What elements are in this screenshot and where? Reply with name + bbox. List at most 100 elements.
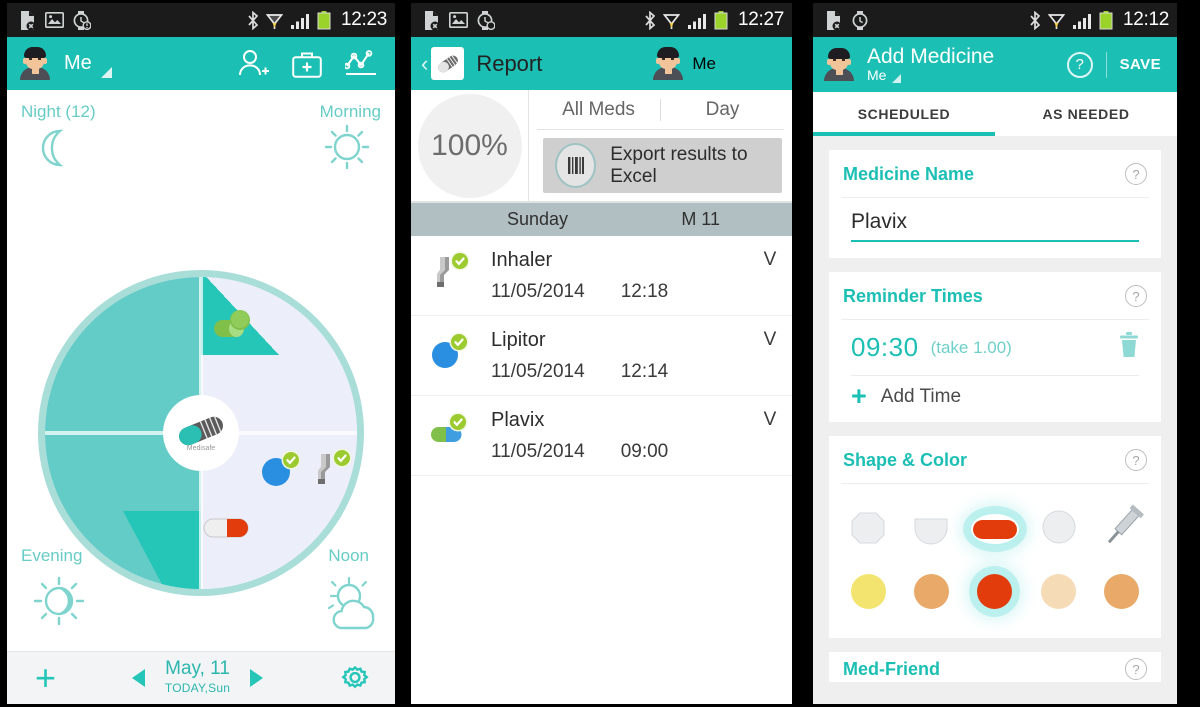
row-date: 11/05/2014 [491,281,585,302]
report-controls: All Meds Day Export results to Excel [529,90,792,201]
status-badge: V [763,329,777,350]
current-date[interactable]: May, 11 TODAY,Sun [165,659,230,697]
row-datetime: 11/05/2014 12:18 [491,281,748,303]
avatar[interactable] [652,47,684,80]
row-date: 11/05/2014 [491,441,585,462]
tab-as-needed[interactable]: AS NEEDED [995,92,1177,136]
shape-option-capsule-dome-white[interactable] [909,505,953,554]
avatar[interactable] [823,48,855,81]
gear-icon[interactable] [339,662,371,694]
status-icons-right: 12:27 [644,9,784,31]
wheel-hub-logo[interactable]: Medisafe [163,395,239,471]
add-time-label: Add Time [880,386,962,407]
panel-daily-wheel: 12:23 Me Night (12) Morning Evening Noon [7,3,395,704]
medicine-name: Lipitor [491,329,546,351]
profile-name[interactable]: Me [64,52,92,75]
medicine-name-title: Medicine Name [843,163,975,184]
row-time: 12:14 [620,361,669,382]
bluetooth-icon [248,10,259,30]
row-date: 11/05/2014 [491,361,585,382]
medicine-name-field[interactable]: Plavix [829,198,1161,258]
card-header: Med-Friend ? [829,652,1161,682]
bottom-toolbar: + May, 11 TODAY,Sun [7,651,395,704]
help-icon[interactable]: ? [1066,51,1093,78]
reminder-dose[interactable]: (take 1.00) [931,338,1012,358]
shape-option-syringe[interactable] [1100,503,1144,556]
row-text: Inhaler 11/05/2014 12:18 [491,249,748,303]
graph-icon[interactable] [345,49,379,78]
prev-day-button[interactable] [131,669,145,687]
table-row[interactable]: Lipitor 11/05/2014 12:14 V [411,316,792,396]
medicine-name-value[interactable]: Plavix [851,210,1139,240]
shape-option-round-white-pill[interactable] [1037,505,1081,554]
tab-all-meds[interactable]: All Meds [537,99,660,121]
medication-wheel[interactable]: Medisafe [38,270,364,596]
signal-icon [1072,13,1091,29]
back-icon[interactable]: ‹ [421,51,428,77]
wheel-item-blue-pill[interactable] [261,450,301,492]
app-bar-actions: ? SAVE [1066,51,1167,78]
next-day-button[interactable] [250,669,264,687]
color-option-cream[interactable] [1040,573,1076,609]
shape-option-oval-red-pill[interactable] [971,514,1019,544]
help-icon[interactable]: ? [1125,163,1147,185]
page-title: Report [476,50,543,76]
profile-expand-icon[interactable] [892,73,902,83]
medkit-icon[interactable] [292,50,322,78]
page-title-group: Add Medicine Me [867,46,994,83]
color-option-yellow[interactable] [851,573,887,609]
pill-icon [431,47,465,80]
med-friend-title: Med-Friend [843,658,940,679]
add-medicine-app-bar: Add Medicine Me ? SAVE [813,37,1177,92]
add-time-button[interactable]: + Add Time [829,376,1161,422]
wheel-item-red-capsule[interactable] [203,515,251,546]
medicine-name: Inhaler [491,249,553,271]
trash-icon[interactable] [1117,331,1141,364]
wheel-item-inhaler[interactable] [313,448,353,494]
page-subtitle-row[interactable]: Me [867,68,994,83]
row-datetime: 11/05/2014 12:14 [491,361,748,383]
wheel-item-green-capsule[interactable] [213,309,255,346]
shape-option-octagon-white-pill[interactable] [846,505,890,554]
divider [1105,51,1107,78]
table-row[interactable]: Inhaler 11/05/2014 12:18 V [411,236,792,316]
reminder-time-row[interactable]: 09:30 (take 1.00) [829,320,1161,375]
profile-chip[interactable]: Me [652,47,716,80]
export-to-excel-button[interactable]: Export results to Excel [543,138,782,193]
tab-as-needed-label: AS NEEDED [1042,106,1130,122]
med-friend-card[interactable]: Med-Friend ? [829,652,1161,682]
wifi-icon [265,13,283,29]
row-time: 12:18 [620,281,669,302]
profile-expand-icon[interactable] [100,67,112,78]
shape-color-title: Shape & Color [843,449,968,470]
medicine-name-card: Medicine Name ? Plavix [829,150,1161,258]
current-date-sub: TODAY,Sun [164,681,231,695]
export-button-label: Export results to Excel [610,143,748,187]
save-button[interactable]: SAVE [1120,56,1161,73]
help-icon[interactable]: ? [1125,449,1147,471]
status-icons-left [19,10,91,30]
status-bar: 12:23 [7,3,395,37]
table-row[interactable]: Plavix 11/05/2014 09:00 V [411,396,792,476]
day-header-day: Sunday [507,209,569,229]
help-icon[interactable]: ? [1125,285,1147,307]
status-badge: V [763,409,777,430]
signal-icon [290,13,309,29]
moon-icon [41,129,64,167]
color-option-tan[interactable] [914,573,950,609]
row-text: Lipitor 11/05/2014 12:14 [491,329,748,383]
status-bar: 12:12 [813,3,1177,37]
report-tabs: All Meds Day [537,90,784,130]
tab-scheduled[interactable]: SCHEDULED [813,92,995,136]
shape-color-card: Shape & Color ? [829,436,1161,638]
avatar[interactable] [19,47,51,80]
add-medicine-button[interactable]: + [35,660,56,696]
tab-day[interactable]: Day [660,98,784,121]
color-option-red[interactable] [977,573,1013,609]
status-icons-right: 12:12 [1029,9,1169,31]
color-option-orange[interactable] [1103,573,1139,609]
help-icon[interactable]: ? [1125,658,1147,680]
add-person-icon[interactable] [238,49,269,78]
reminder-time-value[interactable]: 09:30 [851,332,919,363]
row-datetime: 11/05/2014 09:00 [491,441,748,463]
